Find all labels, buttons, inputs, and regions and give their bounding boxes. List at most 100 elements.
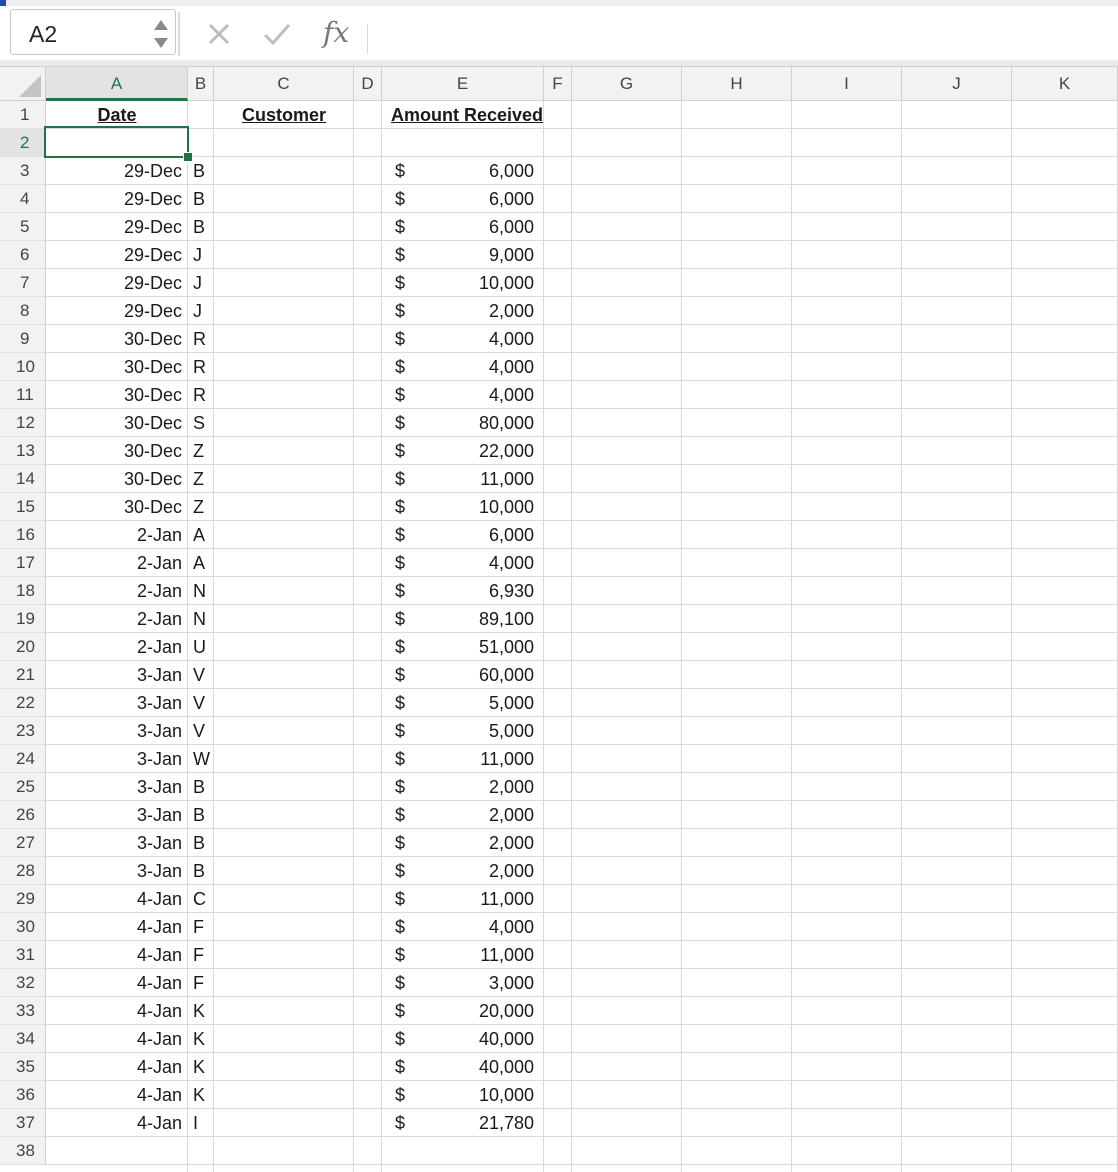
cell-customer[interactable]: R (188, 353, 214, 381)
row-header-15[interactable]: 15 (0, 493, 46, 521)
cell-amount[interactable]: 40,000 (382, 1025, 544, 1053)
row-header-8[interactable]: 8 (0, 297, 46, 325)
row-header-24[interactable]: 24 (0, 745, 46, 773)
cell-customer[interactable]: J (188, 241, 214, 269)
header-cell-amount[interactable]: Amount Received (386, 101, 548, 129)
row-header-9[interactable]: 9 (0, 325, 46, 353)
cell-date[interactable]: 2-Jan (46, 521, 188, 549)
cell-amount[interactable]: 22,000 (382, 437, 544, 465)
cell-customer[interactable]: V (188, 689, 214, 717)
cell-date[interactable]: 30-Dec (46, 437, 188, 465)
row-header-33[interactable]: 33 (0, 997, 46, 1025)
row-header-3[interactable]: 3 (0, 157, 46, 185)
cell-amount[interactable]: 11,000 (382, 745, 544, 773)
fill-handle[interactable] (183, 152, 193, 162)
cell-amount[interactable]: 5,000 (382, 717, 544, 745)
cell-date[interactable]: 4-Jan (46, 885, 188, 913)
cell-amount[interactable]: 11,000 (382, 465, 544, 493)
cell-customer[interactable]: B (188, 185, 214, 213)
cell-date[interactable]: 4-Jan (46, 941, 188, 969)
cell-customer[interactable]: W (188, 745, 214, 773)
cell-date[interactable]: 29-Dec (46, 241, 188, 269)
cell-amount[interactable]: 9,000 (382, 241, 544, 269)
cell-amount[interactable]: 2,000 (382, 829, 544, 857)
active-cell-selection[interactable] (44, 126, 189, 158)
cell-date[interactable]: 2-Jan (46, 633, 188, 661)
cell-amount[interactable]: 4,000 (382, 325, 544, 353)
cell-date[interactable]: 29-Dec (46, 269, 188, 297)
cell-date[interactable]: 3-Jan (46, 801, 188, 829)
column-header-f[interactable]: F (544, 67, 572, 101)
row-header-1[interactable]: 1 (0, 101, 46, 129)
cell-date[interactable]: 4-Jan (46, 969, 188, 997)
cell-date[interactable]: 3-Jan (46, 717, 188, 745)
confirm-icon[interactable] (260, 16, 294, 52)
row-header-5[interactable]: 5 (0, 213, 46, 241)
cell-customer[interactable]: U (188, 633, 214, 661)
cell-customer[interactable]: Z (188, 437, 214, 465)
cell-date[interactable]: 4-Jan (46, 1025, 188, 1053)
cell-amount[interactable]: 6,930 (382, 577, 544, 605)
cell-date[interactable]: 30-Dec (46, 493, 188, 521)
row-header-2[interactable]: 2 (0, 129, 46, 157)
cell-customer[interactable]: F (188, 941, 214, 969)
row-header-25[interactable]: 25 (0, 773, 46, 801)
column-header-c[interactable]: C (214, 67, 354, 101)
row-header-27[interactable]: 27 (0, 829, 46, 857)
cell-amount[interactable]: 6,000 (382, 157, 544, 185)
cell-amount[interactable]: 80,000 (382, 409, 544, 437)
cell-amount[interactable]: 4,000 (382, 549, 544, 577)
cell-date[interactable]: 30-Dec (46, 325, 188, 353)
cell-customer[interactable]: A (188, 549, 214, 577)
select-all-corner[interactable] (0, 67, 46, 101)
cell-customer[interactable]: K (188, 1025, 214, 1053)
row-header-4[interactable]: 4 (0, 185, 46, 213)
row-header-21[interactable]: 21 (0, 661, 46, 689)
cell-customer[interactable]: K (188, 1081, 214, 1109)
cell-customer[interactable]: F (188, 969, 214, 997)
name-box[interactable]: A2 (10, 9, 176, 55)
header-cell-date[interactable]: Date (46, 101, 188, 129)
row-header-16[interactable]: 16 (0, 521, 46, 549)
row-header-22[interactable]: 22 (0, 689, 46, 717)
row-header-31[interactable]: 31 (0, 941, 46, 969)
row-header-13[interactable]: 13 (0, 437, 46, 465)
row-header-28[interactable]: 28 (0, 857, 46, 885)
row-header-26[interactable]: 26 (0, 801, 46, 829)
row-header-19[interactable]: 19 (0, 605, 46, 633)
row-header-18[interactable]: 18 (0, 577, 46, 605)
cell-amount[interactable]: 11,000 (382, 941, 544, 969)
cell-amount[interactable]: 20,000 (382, 997, 544, 1025)
row-header-11[interactable]: 11 (0, 381, 46, 409)
row-header-7[interactable]: 7 (0, 269, 46, 297)
row-header-17[interactable]: 17 (0, 549, 46, 577)
row-header-10[interactable]: 10 (0, 353, 46, 381)
cell-amount[interactable]: 6,000 (382, 213, 544, 241)
cell-date[interactable]: 4-Jan (46, 913, 188, 941)
column-header-j[interactable]: J (902, 67, 1012, 101)
cell-amount[interactable]: 89,100 (382, 605, 544, 633)
cell-amount[interactable]: 21,780 (382, 1109, 544, 1137)
cell-customer[interactable]: B (188, 213, 214, 241)
cell-amount[interactable]: 6,000 (382, 521, 544, 549)
cell-date[interactable]: 29-Dec (46, 157, 188, 185)
row-header-37[interactable]: 37 (0, 1109, 46, 1137)
cell-date[interactable]: 3-Jan (46, 661, 188, 689)
cell-customer[interactable]: N (188, 605, 214, 633)
row-header-29[interactable]: 29 (0, 885, 46, 913)
cell-customer[interactable]: Z (188, 465, 214, 493)
cell-customer[interactable]: Z (188, 493, 214, 521)
cell-amount[interactable]: 2,000 (382, 773, 544, 801)
cell-date[interactable]: 30-Dec (46, 465, 188, 493)
cell-date[interactable]: 29-Dec (46, 297, 188, 325)
cell-date[interactable]: 3-Jan (46, 773, 188, 801)
cell-customer[interactable]: I (188, 1109, 214, 1137)
cell-customer[interactable]: B (188, 829, 214, 857)
column-header-b[interactable]: B (188, 67, 214, 101)
column-header-i[interactable]: I (792, 67, 902, 101)
cell-customer[interactable]: V (188, 717, 214, 745)
cell-date[interactable]: 4-Jan (46, 997, 188, 1025)
cell-date[interactable]: 2-Jan (46, 605, 188, 633)
cell-customer[interactable]: A (188, 521, 214, 549)
cell-date[interactable]: 30-Dec (46, 409, 188, 437)
